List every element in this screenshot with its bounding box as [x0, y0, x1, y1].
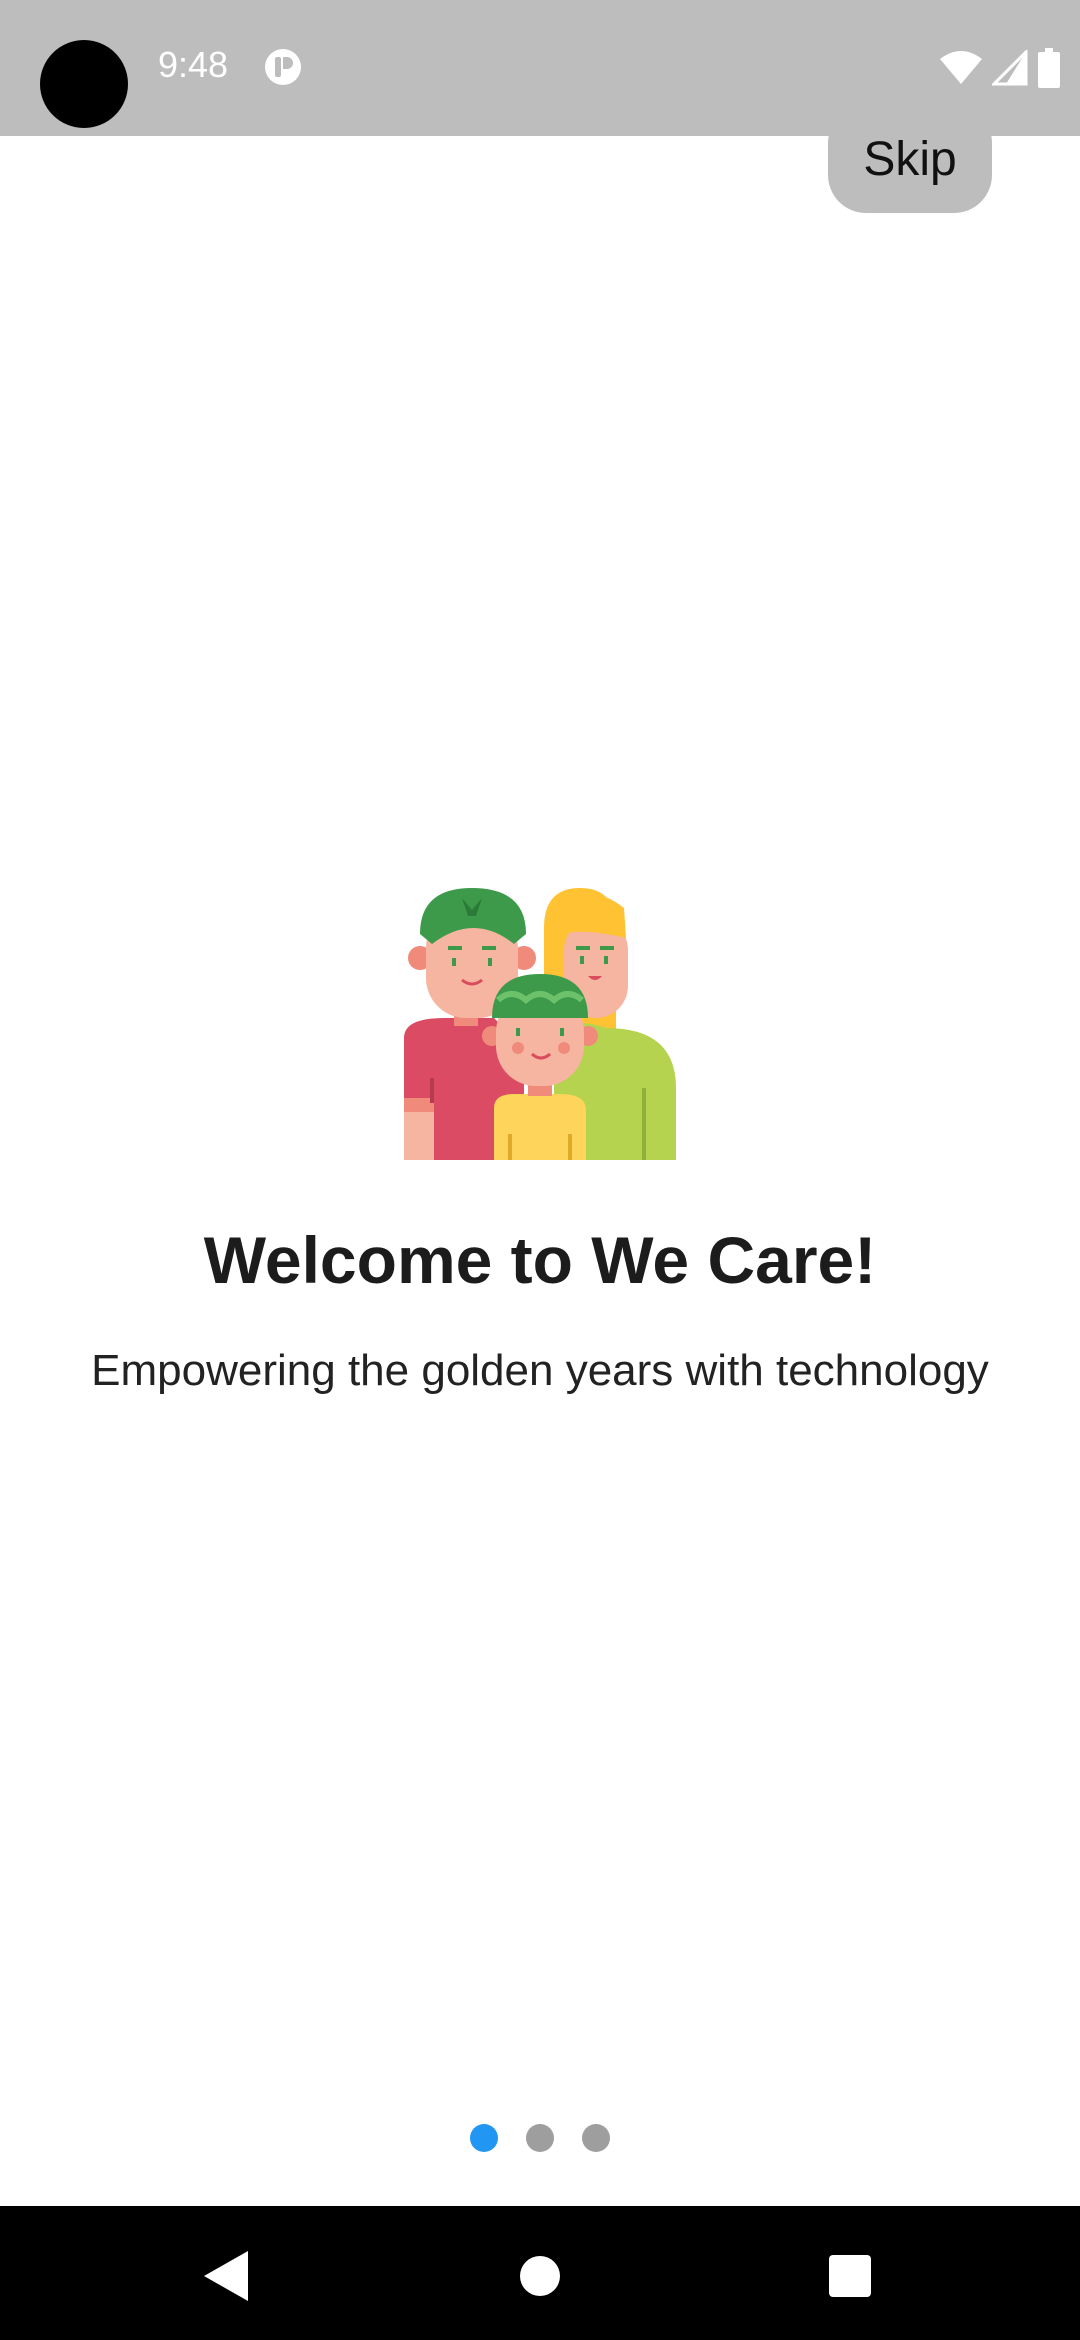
signal-icon — [992, 50, 1028, 86]
status-icons — [940, 48, 1060, 88]
page-dot-2[interactable] — [526, 2124, 554, 2152]
recents-button[interactable] — [810, 2236, 890, 2316]
battery-icon — [1038, 48, 1060, 88]
back-button[interactable] — [186, 2236, 266, 2316]
wifi-icon — [940, 51, 982, 84]
camera-cutout — [40, 40, 128, 128]
skip-button[interactable]: Skip — [828, 105, 992, 213]
page-indicator — [0, 2124, 1080, 2152]
home-icon — [520, 2256, 560, 2296]
back-icon — [204, 2251, 248, 2301]
status-time: 9:48 — [158, 44, 229, 85]
onboarding-screen: 9:48 Skip Welcome to We Care! Empowering… — [0, 0, 1080, 2340]
system-nav-bar — [0, 2206, 1080, 2340]
recents-icon — [829, 2255, 871, 2297]
welcome-title: Welcome to We Care! — [203, 1223, 877, 1297]
welcome-subtitle: Empowering the golden years with technol… — [91, 1346, 989, 1395]
family-illustration — [404, 888, 676, 1160]
page-dot-3[interactable] — [582, 2124, 610, 2152]
home-button[interactable] — [500, 2236, 580, 2316]
app-notification-icon — [265, 49, 301, 85]
page-dot-1[interactable] — [470, 2124, 498, 2152]
